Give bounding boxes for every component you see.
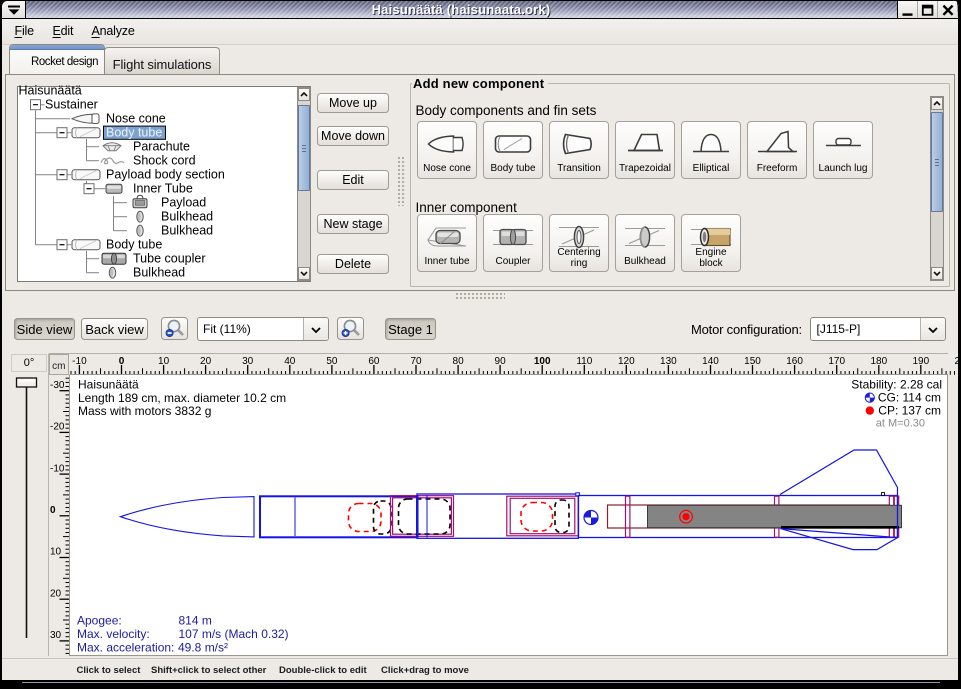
svg-text:140: 140 xyxy=(702,356,719,367)
svg-text:200: 200 xyxy=(955,356,959,367)
svg-text:50: 50 xyxy=(326,356,338,367)
svg-text:90: 90 xyxy=(495,356,507,367)
svg-text:180: 180 xyxy=(870,356,887,367)
svg-text:30: 30 xyxy=(242,356,254,367)
svg-text:40: 40 xyxy=(284,356,296,367)
svg-text:-10: -10 xyxy=(72,356,87,367)
svg-text:190: 190 xyxy=(912,356,929,367)
svg-text:120: 120 xyxy=(618,356,635,367)
svg-text:170: 170 xyxy=(828,356,845,367)
svg-text:80: 80 xyxy=(453,356,465,367)
svg-text:100: 100 xyxy=(534,356,551,367)
svg-text:60: 60 xyxy=(368,356,380,367)
svg-text:70: 70 xyxy=(410,356,422,367)
svg-text:20: 20 xyxy=(200,356,212,367)
svg-text:10: 10 xyxy=(158,356,170,367)
svg-text:110: 110 xyxy=(576,356,592,367)
svg-text:160: 160 xyxy=(786,356,803,367)
svg-text:0: 0 xyxy=(119,356,125,367)
svg-text:130: 130 xyxy=(660,356,677,367)
svg-text:150: 150 xyxy=(744,356,761,367)
